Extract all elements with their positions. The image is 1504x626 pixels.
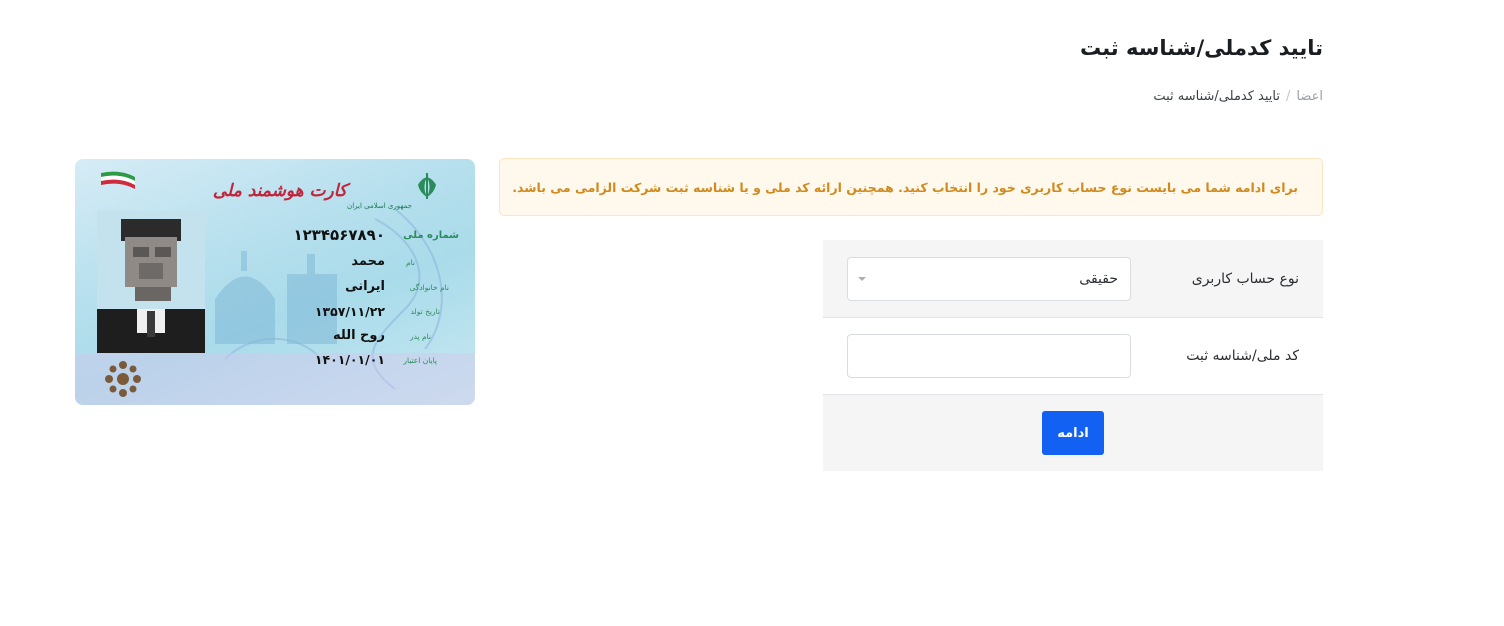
account-type-label: نوع حساب کاربری bbox=[1191, 270, 1299, 287]
flag-icon bbox=[101, 171, 135, 189]
alert-text: برای ادامه شما می بایست نوع حساب کاربری … bbox=[512, 179, 1298, 195]
card-label-father-name: نام پدر bbox=[409, 332, 431, 341]
card-value-father-name: روح الله bbox=[333, 328, 385, 343]
breadcrumb-separator: / bbox=[1286, 89, 1291, 104]
card-label-expiry: پایان اعتبار bbox=[403, 356, 437, 365]
card-value-expiry: ۱۴۰۱/۰۱/۰۱ bbox=[314, 352, 385, 367]
national-id-card-image: کارت هوشمند ملی جمهوری اسلامی ایران شمار… bbox=[75, 159, 475, 405]
card-value-family: ایرانی bbox=[345, 279, 385, 294]
emblem-icon bbox=[418, 173, 436, 199]
card-label-national-number: شماره ملی bbox=[403, 230, 459, 241]
national-id-label: کد ملی/شناسه ثبت bbox=[1186, 348, 1299, 364]
account-type-selected-value: حقیقی bbox=[1079, 270, 1118, 287]
breadcrumb-current: تایید کدملی/شناسه ثبت bbox=[1153, 89, 1280, 104]
breadcrumb: اعضا / تایید کدملی/شناسه ثبت bbox=[1153, 89, 1323, 104]
card-label-birth-date: تاریخ تولد bbox=[410, 307, 441, 316]
form-actions-row: ادامه bbox=[823, 395, 1323, 471]
warning-alert: برای ادامه شما می بایست نوع حساب کاربری … bbox=[499, 158, 1323, 216]
card-value-national-number: ۱۲۳۴۵۶۷۸۹۰ bbox=[293, 226, 385, 244]
national-id-row: کد ملی/شناسه ثبت bbox=[823, 318, 1323, 395]
portrait-photo bbox=[97, 211, 205, 353]
breadcrumb-link-members[interactable]: اعضا bbox=[1296, 89, 1323, 104]
chevron-down-icon bbox=[858, 276, 866, 281]
continue-button[interactable]: ادامه bbox=[1042, 411, 1104, 455]
card-label-family: نام خانوادگی bbox=[409, 283, 449, 292]
card-label-name: نام bbox=[405, 258, 415, 267]
verify-form: نوع حساب کاربری حقیقی کد ملی/شناسه ثبت ا… bbox=[823, 240, 1323, 471]
card-value-name: محمد bbox=[351, 254, 385, 269]
card-value-birth-date: ۱۳۵۷/۱۱/۲۲ bbox=[314, 304, 385, 319]
card-country: جمهوری اسلامی ایران bbox=[347, 202, 412, 210]
national-id-input[interactable] bbox=[847, 334, 1131, 378]
account-type-row: نوع حساب کاربری حقیقی bbox=[823, 240, 1323, 318]
page-title: تایید کدملی/شناسه ثبت bbox=[1080, 36, 1323, 60]
account-type-select[interactable]: حقیقی bbox=[847, 256, 1131, 301]
page: تایید کدملی/شناسه ثبت اعضا / تایید کدملی… bbox=[0, 0, 1504, 626]
card-title: کارت هوشمند ملی bbox=[212, 181, 347, 201]
